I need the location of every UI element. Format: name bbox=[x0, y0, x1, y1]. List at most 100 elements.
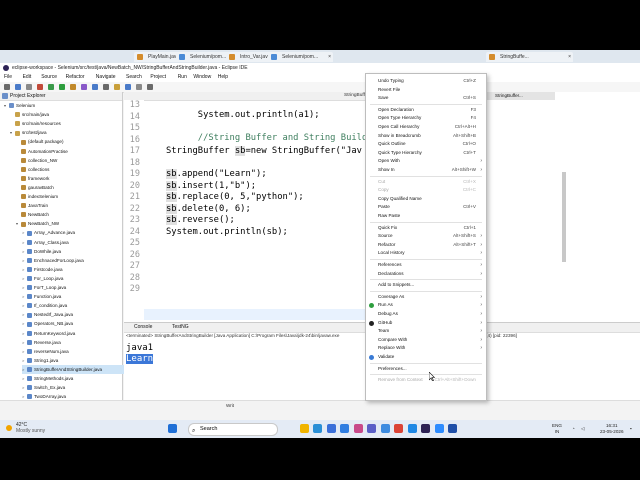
outline-tab[interactable]: StringBuffer... bbox=[487, 92, 555, 100]
toolbar-button-icon[interactable] bbox=[70, 84, 76, 90]
menu-item-refactor[interactable]: Refactor Alt+Shift+T › bbox=[366, 241, 486, 249]
tree-item[interactable]: > Switch_Ex.java bbox=[22, 383, 65, 392]
toolbar-button-icon[interactable] bbox=[48, 84, 54, 90]
volume-icon[interactable]: ◁ bbox=[581, 426, 585, 432]
toolbar-button-icon[interactable] bbox=[15, 84, 21, 90]
menu-item-revert-file[interactable]: Revert File bbox=[366, 86, 486, 94]
menu-navigate[interactable]: Navigate bbox=[96, 73, 116, 82]
menu-item-undo-typing[interactable]: Undo Typing Ctrl+Z bbox=[366, 77, 486, 85]
file-explorer-icon[interactable] bbox=[299, 424, 309, 433]
menu-item-compare-with[interactable]: Compare With › bbox=[366, 336, 486, 344]
menu-edit[interactable]: Edit bbox=[23, 73, 32, 82]
menu-item-raw-paste[interactable]: Raw Paste bbox=[366, 212, 486, 220]
store-icon[interactable] bbox=[326, 424, 336, 433]
tree-item[interactable]: NewBatch bbox=[16, 210, 49, 219]
tree-item[interactable]: > StringMethods.java bbox=[22, 374, 73, 383]
tree-item[interactable]: > ForT_Loop.java bbox=[22, 283, 66, 292]
tree-item[interactable]: (default package) bbox=[16, 137, 64, 146]
tree-item[interactable]: collection_NW bbox=[16, 156, 57, 165]
browser-tab[interactable]: Selenium/pom... × bbox=[268, 52, 333, 62]
language-indicator[interactable]: ENG IN bbox=[552, 423, 562, 434]
scrollbar[interactable] bbox=[562, 172, 566, 262]
tree-item[interactable]: > Reverse.java bbox=[22, 338, 61, 347]
vscode-icon[interactable] bbox=[407, 424, 417, 433]
browser-tab[interactable]: StringBuffe... × bbox=[486, 52, 573, 62]
menu-item-open-with[interactable]: Open With › bbox=[366, 157, 486, 165]
toolbar-button-icon[interactable] bbox=[37, 84, 43, 90]
menu-item-open-declaration[interactable]: Open Declaration F3 bbox=[366, 106, 486, 114]
menu-item-source[interactable]: Source Alt+Shift+S › bbox=[366, 232, 486, 240]
close-icon[interactable]: × bbox=[568, 52, 571, 62]
menu-item-show-in[interactable]: Show In Alt+Shift+W › bbox=[366, 166, 486, 174]
menu-item-replace-with[interactable]: Replace With › bbox=[366, 344, 486, 352]
menu-item-preferences[interactable]: Preferences... bbox=[366, 365, 486, 373]
tab-console[interactable]: Console bbox=[134, 323, 152, 332]
toolbar-button-icon[interactable] bbox=[92, 84, 98, 90]
tree-item[interactable]: > If_condition.java bbox=[22, 301, 67, 310]
menu-item-show-in-breadcrumb[interactable]: Show in Breadcrumb Alt+Shift+B bbox=[366, 132, 486, 140]
menu-item-run-as[interactable]: Run As › bbox=[366, 301, 486, 309]
weather-widget[interactable]: 42°C Mostly sunny bbox=[6, 422, 45, 434]
clock[interactable]: 16:31 23-05-2026 bbox=[600, 423, 624, 434]
tree-item[interactable]: > Function.java bbox=[22, 292, 61, 301]
tree-item[interactable]: > EnchnacedForLoop.java bbox=[22, 256, 84, 265]
tree-item[interactable]: src/main/resources bbox=[10, 119, 61, 128]
menu-item-debug-as[interactable]: Debug As › bbox=[366, 310, 486, 318]
tree-item[interactable]: > Operators_NB.java bbox=[22, 319, 73, 328]
toolbar-button-icon[interactable] bbox=[59, 84, 65, 90]
menu-item-quick-outline[interactable]: Quick Outline Ctrl+O bbox=[366, 140, 486, 148]
tree-item[interactable]: gauravBatch bbox=[16, 183, 54, 192]
tree-item[interactable]: JavaTrain bbox=[16, 201, 48, 210]
menu-item-quick-fix[interactable]: Quick Fix Ctrl+1 bbox=[366, 224, 486, 232]
mail-icon[interactable] bbox=[340, 424, 349, 433]
toolbar-button-icon[interactable] bbox=[81, 84, 87, 90]
tree-item[interactable]: > Array_Advance.java bbox=[22, 228, 75, 237]
app-icon[interactable] bbox=[448, 424, 457, 433]
menu-file[interactable]: File bbox=[4, 73, 12, 82]
tree-item[interactable]: > StringBufferAndStringBuilder.java bbox=[22, 364, 130, 374]
tree-item[interactable]: > ReturnKeyword.java bbox=[22, 329, 75, 338]
menu-item-coverage-as[interactable]: Coverage As › bbox=[366, 293, 486, 301]
windows-start-icon[interactable] bbox=[168, 424, 177, 433]
menu-source[interactable]: Source bbox=[41, 73, 57, 82]
console-output-selected[interactable]: Learn bbox=[126, 354, 154, 364]
tree-item[interactable]: indexSelenium bbox=[16, 192, 58, 201]
menu-item-team[interactable]: Team › bbox=[366, 327, 486, 335]
tree-item[interactable]: src/main/java bbox=[10, 110, 49, 119]
toolbar-button-icon[interactable] bbox=[136, 84, 142, 90]
tree-item[interactable]: > reverseNum.java bbox=[22, 347, 69, 356]
toolbar-button-icon[interactable] bbox=[26, 84, 32, 90]
menu-item-paste[interactable]: Paste Ctrl+V bbox=[366, 203, 486, 211]
menu-item-open-type-hierarchy[interactable]: Open Type Hierarchy F4 bbox=[366, 114, 486, 122]
tree-item[interactable]: > NestedIf_Java.java bbox=[22, 310, 73, 319]
tree-item[interactable]: > String1.java bbox=[22, 356, 58, 365]
menu-help[interactable]: Help bbox=[218, 73, 228, 82]
tree-item[interactable]: ▾ NewBatch_NW bbox=[16, 219, 59, 228]
menu-item-validate[interactable]: Validate bbox=[366, 353, 486, 361]
menu-item-add-to-snippets[interactable]: Add to Snippets... bbox=[366, 281, 486, 289]
close-icon[interactable]: × bbox=[328, 52, 331, 62]
menu-item-copy-qualified-name[interactable]: Copy Qualified Name bbox=[366, 195, 486, 203]
menu-item-open-call-hierarchy[interactable]: Open Call Hierarchy Ctrl+Alt+H bbox=[366, 123, 486, 131]
menu-run[interactable]: Run bbox=[178, 73, 187, 82]
zoom-icon[interactable] bbox=[434, 424, 444, 433]
menu-item-save[interactable]: Save Ctrl+S bbox=[366, 94, 486, 102]
tab-testng[interactable]: TestNG bbox=[172, 323, 189, 332]
tree-item[interactable]: > DoWhile.java bbox=[22, 247, 61, 256]
tree-item[interactable]: framework bbox=[16, 174, 49, 183]
menu-item-declarations[interactable]: Declarations › bbox=[366, 270, 486, 278]
teams-icon[interactable] bbox=[367, 424, 376, 433]
tree-item[interactable]: ▾ Selenium bbox=[4, 101, 35, 110]
chrome-icon[interactable] bbox=[394, 424, 403, 433]
tree-item[interactable]: > Firstcode.java bbox=[22, 265, 63, 274]
edge-icon[interactable] bbox=[313, 424, 322, 433]
tree-item[interactable]: collections bbox=[16, 165, 49, 174]
notification-icon[interactable]: ▪ bbox=[630, 426, 632, 432]
menu-window[interactable]: Window bbox=[193, 73, 211, 82]
menu-item-github[interactable]: GitHub › bbox=[366, 319, 486, 327]
menu-item-references[interactable]: References › bbox=[366, 261, 486, 269]
menu-refactor[interactable]: Refactor bbox=[66, 73, 85, 82]
toolbar-button-icon[interactable] bbox=[147, 84, 153, 90]
toolbar-button-icon[interactable] bbox=[4, 84, 10, 90]
menu-project[interactable]: Project bbox=[150, 73, 166, 82]
